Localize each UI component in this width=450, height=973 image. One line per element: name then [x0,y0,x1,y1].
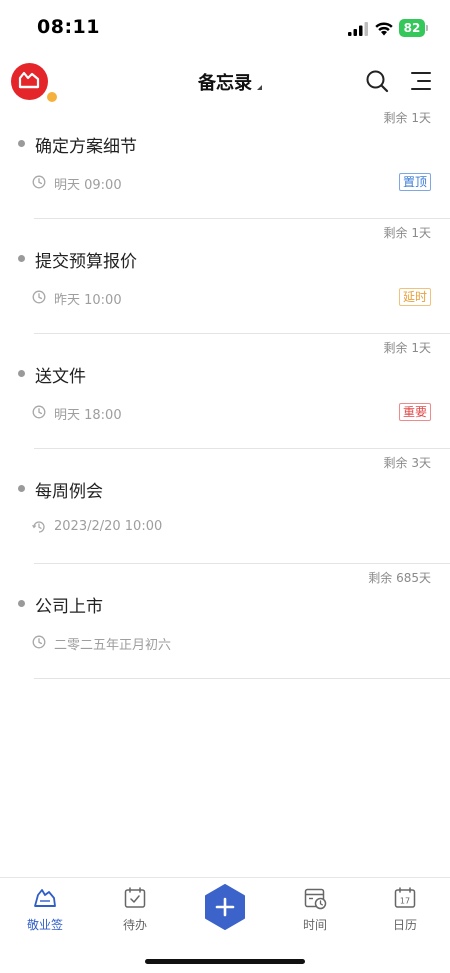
menu-icon[interactable] [409,68,433,94]
memo-title: 公司上市 [35,597,103,617]
home-indicator[interactable] [145,959,305,964]
memo-title: 确定方案细节 [35,137,137,157]
status-badge: 重要 [398,403,431,421]
status-badge: 延时 [398,288,431,306]
tab-label: 日历 [392,918,417,932]
remaining-days: 剩余 1天 [383,341,431,355]
add-memo-button[interactable] [204,884,246,930]
status-badge: 置顶 [398,173,431,191]
memo-item[interactable]: 剩余 1天 提交预算报价 昨天 10:00 延时 [0,219,450,334]
memo-time: 明天 09:00 [54,178,122,193]
divider [34,678,450,679]
bullet-dot [18,140,25,147]
clock-icon [32,405,46,419]
time-management-icon [304,888,327,910]
memo-title: 提交预算报价 [35,252,137,272]
memo-list: 剩余 1天 确定方案细节 明天 09:00 置顶 剩余 1天 提交预算报价 昨天… [0,104,450,679]
remaining-days: 剩余 685天 [368,571,431,585]
tab-home[interactable]: 敬业签 [0,878,90,948]
status-bar: 08:11 82 [0,0,450,56]
clock-icon [32,175,46,189]
search-icon[interactable] [364,68,390,94]
status-time: 08:11 [37,16,100,38]
tab-label: 待办 [122,918,147,932]
app-header: 备忘录 [0,56,450,104]
memo-time: 昨天 10:00 [54,293,122,308]
clock-icon [32,635,46,649]
tab-calendar[interactable]: 17 日历 [360,878,450,948]
bullet-dot [18,255,25,262]
memo-item[interactable]: 剩余 1天 确定方案细节 明天 09:00 置顶 [0,104,450,219]
wifi-icon [375,22,393,36]
memo-title: 每周例会 [35,482,103,502]
memo-time: 二零二五年正月初六 [54,638,172,653]
tab-label: 时间 [302,918,327,932]
memo-item[interactable]: 剩余 1天 送文件 明天 18:00 重要 [0,334,450,449]
tab-todo[interactable]: 待办 [90,878,180,948]
memo-time: 明天 18:00 [54,408,122,423]
clock-icon [32,290,46,304]
tab-time[interactable]: 时间 [270,878,360,948]
remaining-days: 剩余 3天 [383,456,431,470]
app-logo-icon [34,889,56,907]
cellular-signal-icon [348,22,368,36]
memo-item[interactable]: 剩余 685天 公司上市 二零二五年正月初六 [0,564,450,679]
battery-indicator: 82 [399,19,429,37]
memo-time: 2023/2/20 10:00 [54,519,163,534]
title-dropdown-caret-icon[interactable] [257,85,262,90]
bullet-dot [18,600,25,607]
bullet-dot [18,370,25,377]
tab-label: 敬业签 [26,918,63,932]
todo-calendar-icon [124,887,146,908]
repeat-clock-icon [32,521,45,533]
battery-level: 82 [399,19,425,37]
memo-item[interactable]: 剩余 3天 每周例会 2023/2/20 10:00 [0,449,450,564]
calendar-icon: 17 [394,887,416,908]
memo-title: 送文件 [35,367,86,387]
remaining-days: 剩余 1天 [383,111,431,125]
bullet-dot [18,485,25,492]
calendar-day-number: 17 [400,897,410,906]
battery-tip [426,25,428,31]
remaining-days: 剩余 1天 [383,226,431,240]
